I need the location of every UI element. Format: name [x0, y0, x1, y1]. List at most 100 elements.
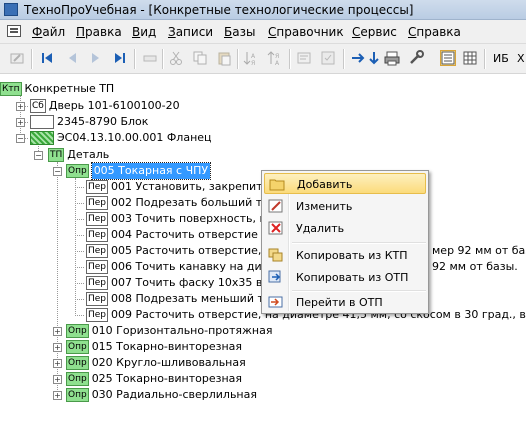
expand-toggle[interactable]: +: [53, 375, 62, 384]
app-icon: [4, 3, 18, 16]
ktp-icon: Ктп: [0, 82, 22, 96]
arrow-down-icon[interactable]: [366, 50, 382, 66]
first-record-icon[interactable]: [39, 50, 55, 66]
copy-icon: [268, 248, 284, 262]
tree-root[interactable]: Ктп Конкретные ТП: [0, 81, 114, 97]
insert-icon[interactable]: [142, 50, 158, 66]
menu-reference[interactable]: Справочник: [268, 25, 344, 39]
part-icon: [30, 131, 54, 145]
find-icon[interactable]: [320, 50, 336, 66]
tree-operation-005[interactable]: Опр 005 Токарная с ЧПУ: [66, 162, 212, 180]
svg-text:A: A: [275, 60, 280, 66]
tree-operation[interactable]: Опр 025 Токарно-винторезная: [66, 371, 242, 387]
expand-toggle[interactable]: +: [53, 327, 62, 336]
collapse-toggle[interactable]: −: [53, 167, 62, 176]
edit-record-icon[interactable]: [9, 50, 25, 66]
title-bar: ТехноПроУчебная - [Конкретные технологич…: [0, 0, 526, 20]
copy-icon[interactable]: [192, 50, 208, 66]
operation-icon: Опр: [66, 372, 89, 386]
tree-operation[interactable]: Опр 030 Радиально-сверлильная: [66, 387, 257, 403]
menu-help[interactable]: Справка: [408, 25, 461, 39]
next-record-icon[interactable]: [88, 50, 104, 66]
table-view-icon[interactable]: [462, 50, 478, 66]
tree-operation[interactable]: Опр 010 Горизонтально-протяжная: [66, 323, 272, 339]
last-record-icon[interactable]: [112, 50, 128, 66]
folder-icon: [269, 177, 285, 191]
menu-add[interactable]: Добавить: [264, 173, 426, 194]
context-menu: Добавить Изменить Удалить Копировать из …: [261, 170, 429, 314]
toolbar: AЯ ЯA ИБ Х: [0, 44, 526, 74]
tools-icon[interactable]: [408, 50, 424, 66]
transition-icon: Пер: [86, 228, 109, 242]
transition-icon: Пер: [86, 276, 109, 290]
expand-toggle[interactable]: +: [53, 391, 62, 400]
transition-icon: Пер: [86, 212, 109, 226]
tree-transition-tail: 92 мм от базы.: [432, 260, 518, 273]
transition-icon: Пер: [86, 292, 109, 306]
edit-icon: [268, 199, 284, 213]
tree-view-icon[interactable]: [440, 50, 456, 66]
tree-transition[interactable]: Пер 006 Точить канавку на диамет: [86, 259, 290, 275]
cut-icon[interactable]: [168, 50, 184, 66]
copy-arrow-icon: [268, 270, 284, 284]
sort-ascending-icon[interactable]: AЯ: [243, 50, 259, 67]
transition-icon: Пер: [86, 180, 109, 194]
tree-item-flange[interactable]: ЭС04.13.10.00.001 Фланец: [30, 130, 212, 146]
tree-transition[interactable]: Пер 003 Точить поверхность, выде: [86, 211, 289, 227]
tree-item-block[interactable]: 2345-8790 Блок: [30, 114, 148, 130]
go-to-icon: [268, 295, 284, 309]
operation-icon: Опр: [66, 324, 89, 338]
collapse-toggle[interactable]: −: [34, 151, 43, 160]
menu-go-to-otp[interactable]: Перейти в ОТП: [264, 292, 426, 313]
operation-icon: Опр: [66, 340, 89, 354]
operation-icon: Опр: [66, 356, 89, 370]
filter-icon[interactable]: [296, 50, 312, 66]
menu-edit[interactable]: Правка: [76, 25, 122, 39]
prev-record-icon[interactable]: [64, 50, 80, 66]
transition-icon: Пер: [86, 196, 109, 210]
svg-text:Я: Я: [251, 60, 255, 66]
svg-text:Я: Я: [275, 53, 279, 60]
menu-bar: Файл Правка Вид Записи Базы Справочник С…: [0, 20, 526, 44]
expand-toggle[interactable]: +: [53, 343, 62, 352]
menu-records[interactable]: Записи: [168, 25, 213, 39]
sort-descending-icon[interactable]: ЯA: [267, 50, 283, 67]
tree-operation[interactable]: Опр 020 Кругло-шливовальная: [66, 355, 246, 371]
x-button[interactable]: Х: [517, 52, 525, 65]
menu-view[interactable]: Вид: [132, 25, 156, 39]
collapse-toggle[interactable]: −: [16, 134, 25, 143]
transition-icon: Пер: [86, 308, 109, 322]
ib-button[interactable]: ИБ: [493, 52, 509, 65]
print-icon[interactable]: [384, 50, 400, 66]
item-icon: [30, 115, 54, 129]
expand-toggle[interactable]: +: [16, 102, 25, 111]
window-title: ТехноПроУчебная - [Конкретные технологич…: [24, 3, 414, 17]
tree-item-detail[interactable]: ТП Деталь: [48, 147, 109, 163]
tree-transition[interactable]: Пер 001 Установить, закрепить, с: [86, 179, 282, 195]
transition-icon: Пер: [86, 260, 109, 274]
menu-service[interactable]: Сервис: [352, 25, 397, 39]
window-menu-icon[interactable]: [7, 25, 21, 37]
tree-transition[interactable]: Пер 008 Подрезать меньший торе: [86, 291, 284, 307]
menu-copy-from-ktp[interactable]: Копировать из КТП: [264, 245, 426, 266]
transition-icon: Пер: [86, 244, 109, 258]
delete-icon: [268, 221, 284, 235]
tree-transition-tail: мер 92 мм от базы.: [432, 244, 526, 257]
operation-icon: Опр: [66, 388, 89, 402]
expand-toggle[interactable]: +: [16, 118, 25, 127]
tree-transition[interactable]: Пер 002 Подрезать больший торец: [86, 195, 290, 211]
tp-icon: ТП: [48, 148, 65, 162]
menu-copy-from-otp[interactable]: Копировать из ОТП: [264, 267, 426, 288]
tree-root-label: Конкретные ТП: [24, 82, 115, 95]
menu-delete[interactable]: Удалить: [264, 218, 426, 239]
operation-icon: Опр: [66, 164, 89, 178]
menu-bases[interactable]: Базы: [224, 25, 255, 39]
menu-file[interactable]: Файл: [32, 25, 65, 39]
arrow-right-icon[interactable]: [350, 50, 366, 66]
expand-toggle[interactable]: +: [53, 359, 62, 368]
tree-transition[interactable]: Пер 005 Расточить отверстие, диа: [86, 243, 286, 259]
menu-edit-item[interactable]: Изменить: [264, 196, 426, 217]
paste-icon[interactable]: [216, 50, 232, 66]
tree-item-door[interactable]: Сб Дверь 101-6100100-20: [30, 98, 180, 114]
tree-operation[interactable]: Опр 015 Токарно-винторезная: [66, 339, 242, 355]
